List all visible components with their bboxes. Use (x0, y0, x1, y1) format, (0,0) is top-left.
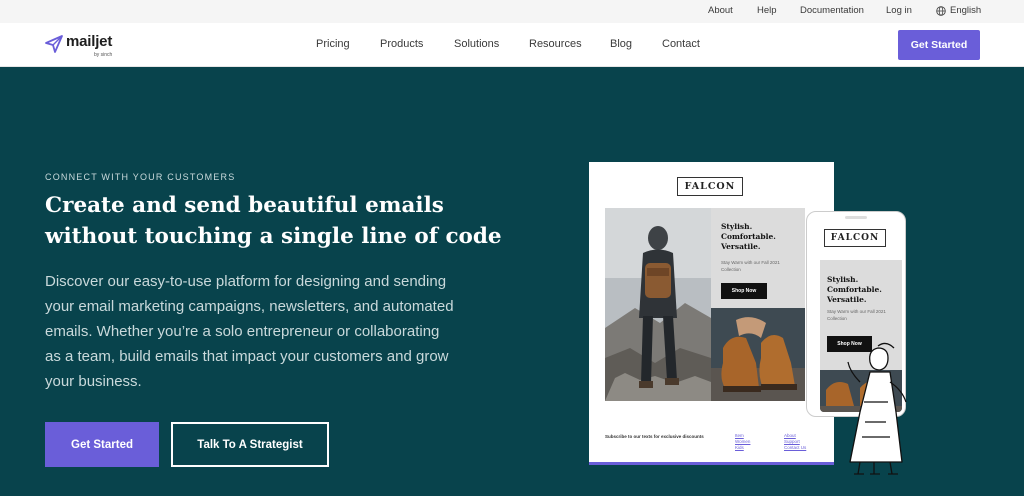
talk-to-strategist-button[interactable]: Talk To A Strategist (171, 422, 329, 467)
logo-wordmark: mailjet (66, 33, 113, 50)
promo-heading: Stylish. Comfortable. Versatile. (721, 222, 776, 251)
nav-contact[interactable]: Contact (662, 38, 700, 50)
falcon-logo-mobile: FALCON (824, 229, 886, 247)
utility-link-documentation[interactable]: Documentation (800, 5, 864, 16)
promo-heading-mobile: Stylish. Comfortable. Versatile. (827, 275, 882, 304)
hero-eyebrow: CONNECT WITH YOUR CUSTOMERS (45, 172, 236, 182)
utility-link-login[interactable]: Log in (886, 5, 912, 16)
shop-now-button: Shop Now (721, 283, 767, 299)
promo-panel: Stylish. Comfortable. Versatile. Stay Wa… (711, 208, 805, 308)
footer-link: Contact Us (784, 445, 807, 450)
hero-section: CONNECT WITH YOUR CUSTOMERS Create and s… (0, 67, 1024, 496)
nav-products[interactable]: Products (380, 38, 423, 50)
nav-solutions[interactable]: Solutions (454, 38, 499, 50)
language-selector[interactable]: English (936, 5, 981, 16)
globe-icon (936, 5, 946, 16)
mailjet-logo[interactable]: mailjet by sinch (44, 32, 134, 60)
hero-get-started-button[interactable]: Get Started (45, 422, 159, 467)
mascot-illustration (847, 342, 907, 475)
promo-subtext: Stay Warm with our Fall 2021 Collection (721, 260, 780, 272)
logo-tagline: by sinch (94, 52, 113, 58)
nav-resources[interactable]: Resources (529, 38, 582, 50)
email-preview-desktop: FALCON Stylish. Comfortable. Versatile. (589, 162, 834, 465)
email-footer-text: Subscribe to our texts for exclusive dis… (605, 434, 704, 439)
falcon-logo: FALCON (677, 177, 743, 196)
hero-subcopy: Discover our easy-to-use platform for de… (45, 273, 454, 390)
boots-photo (711, 308, 805, 401)
promo-subtext-mobile: Stay Warm with our Fall 2021 Collection (827, 309, 886, 321)
utility-link-help[interactable]: Help (757, 5, 777, 16)
nav-blog[interactable]: Blog (610, 38, 632, 50)
main-nav: mailjet by sinch Pricing Products Soluti… (0, 23, 1024, 67)
email-footer-links-2: About Support Contact Us (784, 433, 806, 451)
footer-link: Kids (735, 445, 744, 450)
nav-pricing[interactable]: Pricing (316, 38, 350, 50)
utility-link-about[interactable]: About (708, 5, 733, 16)
language-label: English (950, 5, 982, 16)
hiker-photo (605, 208, 711, 401)
phone-notch (845, 216, 867, 219)
paper-plane-icon (45, 35, 63, 53)
nav-get-started-button[interactable]: Get Started (898, 30, 980, 60)
email-footer-links-1: Item Women Kids (735, 433, 750, 451)
hero-headline: Create and send beautiful emails without… (45, 193, 502, 249)
utility-bar: About Help Documentation Log in English (0, 0, 1024, 23)
